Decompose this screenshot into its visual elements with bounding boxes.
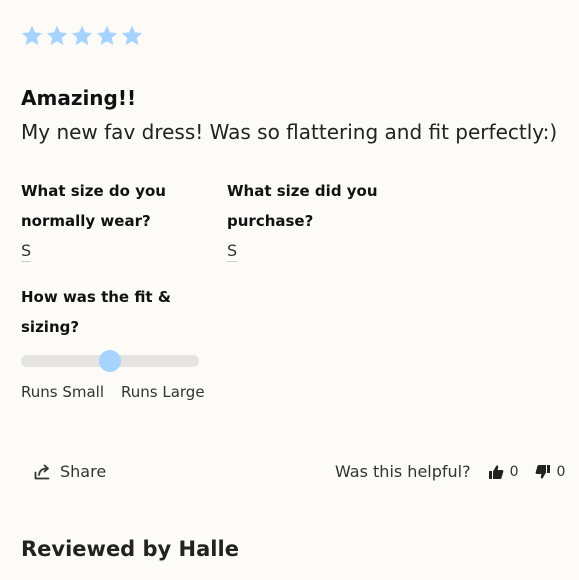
fit-slider-thumb[interactable] [99, 350, 121, 372]
reviewed-by: Reviewed by Halle [21, 537, 239, 561]
share-button[interactable]: Share [34, 462, 106, 481]
runs-small-label: Runs Small [21, 383, 105, 401]
thumbs-down-count: 0 [556, 463, 566, 480]
purchased-size-question: What size did you purchase? [227, 182, 378, 230]
star-icon [21, 25, 43, 45]
star-rating [20, 24, 144, 48]
runs-large-label: Runs Large [121, 383, 205, 401]
share-icon [34, 464, 50, 479]
normal-size-value: S [21, 241, 32, 260]
star-icon [71, 25, 93, 45]
star-icon [96, 25, 118, 45]
fit-slider[interactable] [21, 350, 199, 372]
thumbs-down-icon [535, 464, 550, 479]
thumbs-up-button[interactable]: 0 [488, 464, 519, 480]
helpful-section: Was this helpful? 0 0 [335, 462, 565, 481]
review-title: Amazing!! [21, 86, 137, 110]
star-icon [121, 25, 143, 45]
review-body: My new fav dress! Was so flattering and … [21, 120, 558, 144]
thumbs-down-button[interactable]: 0 [535, 463, 566, 480]
thumbs-up-icon [488, 464, 503, 479]
thumbs-up-count: 0 [509, 463, 519, 480]
star-icon [46, 25, 68, 45]
normal-size-question: What size do you normally wear? [21, 182, 166, 230]
purchased-size-value: S [227, 241, 238, 260]
fit-question: How was the fit & sizing? [21, 288, 171, 336]
helpful-label: Was this helpful? [335, 462, 471, 481]
share-label: Share [60, 462, 107, 481]
